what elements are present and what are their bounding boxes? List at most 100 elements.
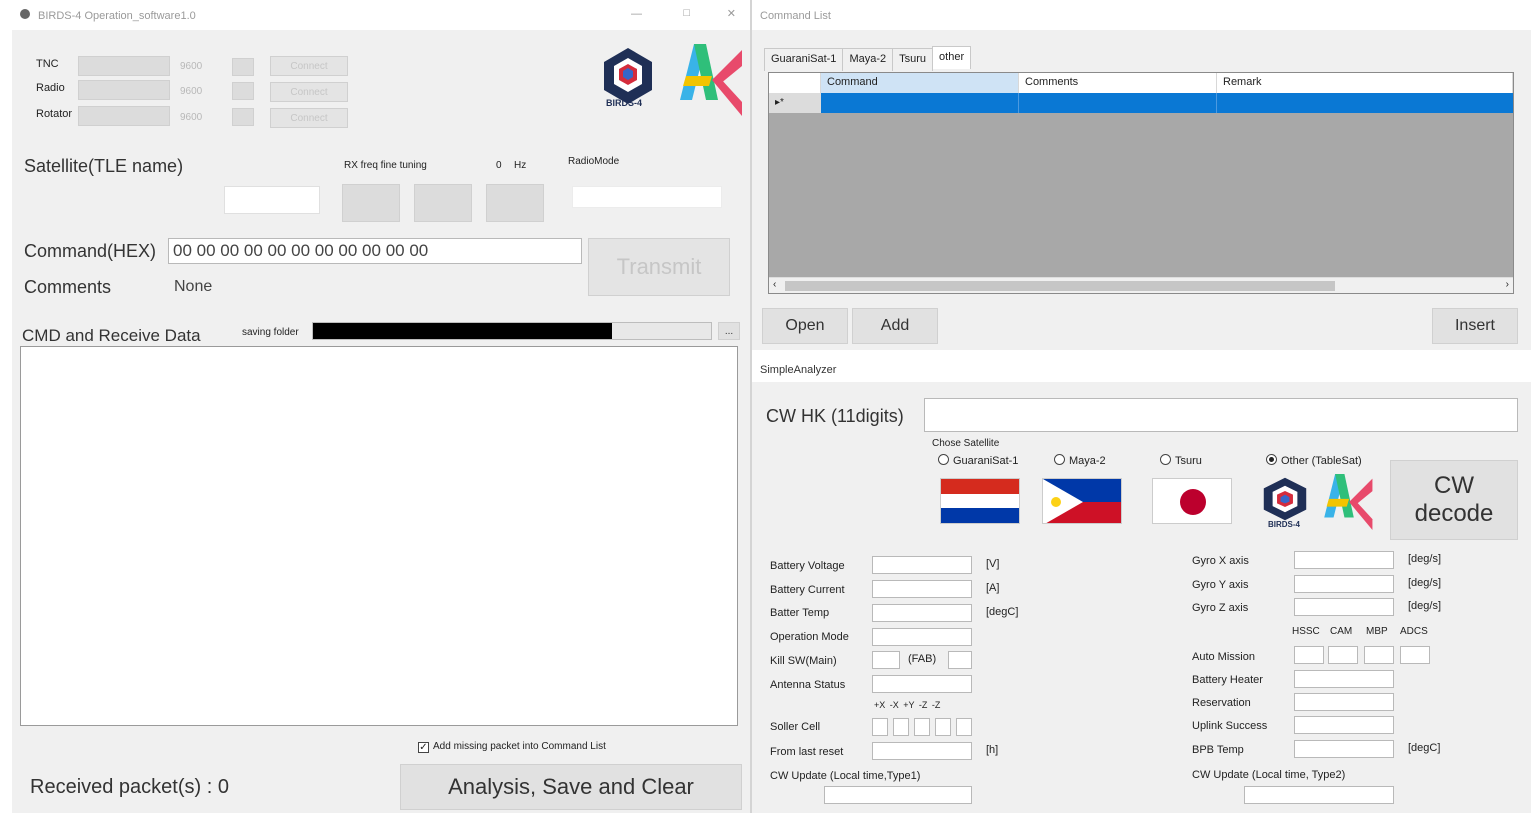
row-remark-cell[interactable] xyxy=(1217,93,1513,113)
transmit-button[interactable]: Transmit xyxy=(588,238,730,296)
grid-horizontal-scrollbar[interactable]: ‹ › xyxy=(769,277,1513,293)
column-remark[interactable]: Remark xyxy=(1217,73,1513,93)
radio-baud-stepper[interactable] xyxy=(232,82,254,100)
rotator-baud: 9600 xyxy=(180,112,203,123)
tnc-baud: 9600 xyxy=(180,61,203,72)
scroll-right-icon[interactable]: › xyxy=(1506,279,1509,290)
paraguay-stripe-white xyxy=(941,493,1019,509)
radio-port-select[interactable] xyxy=(78,80,170,100)
row-comments-cell[interactable] xyxy=(1019,93,1217,113)
radio-label: Radio xyxy=(36,82,65,94)
saving-folder-path xyxy=(312,322,712,340)
column-command[interactable]: Command xyxy=(821,73,1019,93)
cw-hk-input[interactable] xyxy=(924,398,1518,432)
battery-heater-field xyxy=(1294,670,1394,688)
bpb-temp-unit: [degC] xyxy=(1408,742,1441,754)
gyro-z-field xyxy=(1294,598,1394,616)
paraguay-stripe-red xyxy=(941,479,1019,494)
radio-baud: 9600 xyxy=(180,86,203,97)
comments-label: Comments xyxy=(24,277,112,297)
add-missing-checkbox[interactable]: ✓ Add missing packet into Command List xyxy=(418,741,606,753)
rotator-connect-button[interactable]: Connect xyxy=(270,108,348,128)
tab-guaranisat[interactable]: GuaraniSat-1 xyxy=(764,48,844,71)
solar-cell-mx-field xyxy=(893,718,909,736)
rx-fine-down-button[interactable] xyxy=(342,184,400,222)
operation-mode-field xyxy=(872,628,972,646)
paraguay-flag-icon xyxy=(940,478,1020,524)
battery-temp-label: Batter Temp xyxy=(770,607,830,619)
battery-voltage-field xyxy=(872,556,972,574)
rotator-port-select[interactable] xyxy=(78,106,170,126)
tnc-connect-button[interactable]: Connect xyxy=(270,56,348,76)
satellite-select[interactable] xyxy=(224,186,320,214)
command-list-title: Command List xyxy=(760,10,831,22)
radio-other[interactable]: Other (TableSat) xyxy=(1266,454,1362,467)
cw-update-1-field xyxy=(824,786,972,804)
received-count: Received packet(s) : 0 xyxy=(30,776,229,798)
gyro-x-field xyxy=(1294,551,1394,569)
cw-decode-line2: decode xyxy=(1414,500,1494,527)
gyro-z-label: Gyro Z axis xyxy=(1192,602,1249,614)
command-grid[interactable]: Command Comments Remark ▸* ‹ › xyxy=(768,72,1514,294)
paraguay-stripe-blue xyxy=(941,508,1019,523)
insert-button[interactable]: Insert xyxy=(1432,308,1518,344)
analysis-save-clear-button[interactable]: Analysis, Save and Clear xyxy=(400,764,742,810)
auto-mission-mbp-field xyxy=(1364,646,1394,664)
auto-mission-cam-field xyxy=(1328,646,1358,664)
battery-heater-label: Battery Heater xyxy=(1192,674,1263,686)
browse-folder-button[interactable]: ... xyxy=(718,322,740,340)
app-icon xyxy=(20,9,30,19)
battery-current-field xyxy=(872,580,972,598)
tnc-label: TNC xyxy=(36,58,59,70)
tnc-port-select[interactable] xyxy=(78,56,170,76)
tab-other[interactable]: other xyxy=(932,46,972,69)
tab-tsuru[interactable]: Tsuru xyxy=(892,48,934,71)
radio-maya2[interactable]: Maya-2 xyxy=(1054,454,1106,467)
kill-sw-label: Kill SW(Main) xyxy=(770,655,837,667)
row-command-cell[interactable] xyxy=(821,93,1019,113)
column-comments[interactable]: Comments xyxy=(1019,73,1217,93)
open-button[interactable]: Open xyxy=(762,308,848,344)
rx-fine-unit: Hz xyxy=(514,160,527,171)
kyutech-logo xyxy=(672,40,744,120)
receive-data-textarea[interactable] xyxy=(20,346,738,726)
solar-cell-py-field xyxy=(914,718,930,736)
radio-tsuru[interactable]: Tsuru xyxy=(1160,454,1202,467)
add-button[interactable]: Add xyxy=(852,308,938,344)
gyro-y-label: Gyro Y axis xyxy=(1192,579,1249,591)
kill-sw-fab-field xyxy=(948,651,972,669)
grid-corner xyxy=(769,73,821,93)
birds4-logo: BIRDS-4 xyxy=(600,46,656,112)
rx-fine-reset-button[interactable] xyxy=(414,184,472,222)
tab-maya2[interactable]: Maya-2 xyxy=(842,48,894,71)
uplink-success-label: Uplink Success xyxy=(1192,720,1268,732)
mission-header-hssc: HSSC xyxy=(1292,626,1320,637)
radio-connect-button[interactable]: Connect xyxy=(270,82,348,102)
scroll-left-icon[interactable]: ‹ xyxy=(773,279,776,290)
close-icon[interactable]: ✕ xyxy=(727,7,736,20)
command-hex-input[interactable]: 00 00 00 00 00 00 00 00 00 00 00 xyxy=(168,238,582,264)
cmd-receive-label: CMD and Receive Data xyxy=(22,326,201,345)
radio-guaranisat[interactable]: GuaraniSat-1 xyxy=(938,454,1018,467)
rx-fine-up-button[interactable] xyxy=(486,184,544,222)
from-last-reset-label: From last reset xyxy=(770,746,844,758)
maximize-icon[interactable]: □ xyxy=(683,7,690,19)
operation-mode-label: Operation Mode xyxy=(770,631,849,643)
radio-guaranisat-dot xyxy=(938,454,949,465)
kyutech-small-logo xyxy=(1318,470,1374,534)
scroll-thumb[interactable] xyxy=(785,281,1335,291)
tnc-baud-stepper[interactable] xyxy=(232,58,254,76)
radio-maya2-dot xyxy=(1054,454,1065,465)
battery-current-label: Battery Current xyxy=(770,584,845,596)
solar-cell-pz-field xyxy=(935,718,951,736)
radio-mode-select[interactable] xyxy=(572,186,722,208)
command-list-window: Command List GuaraniSat-1 Maya-2 Tsuru o… xyxy=(752,0,1531,350)
cw-decode-button[interactable]: CW decode xyxy=(1390,460,1518,540)
solar-cell-mz-field xyxy=(956,718,972,736)
rotator-baud-stepper[interactable] xyxy=(232,108,254,126)
uplink-success-field xyxy=(1294,716,1394,734)
radio-tsuru-label: Tsuru xyxy=(1175,455,1202,467)
gyro-y-field xyxy=(1294,575,1394,593)
table-row[interactable]: ▸* xyxy=(769,93,1513,113)
minimize-icon[interactable]: — xyxy=(631,8,642,20)
